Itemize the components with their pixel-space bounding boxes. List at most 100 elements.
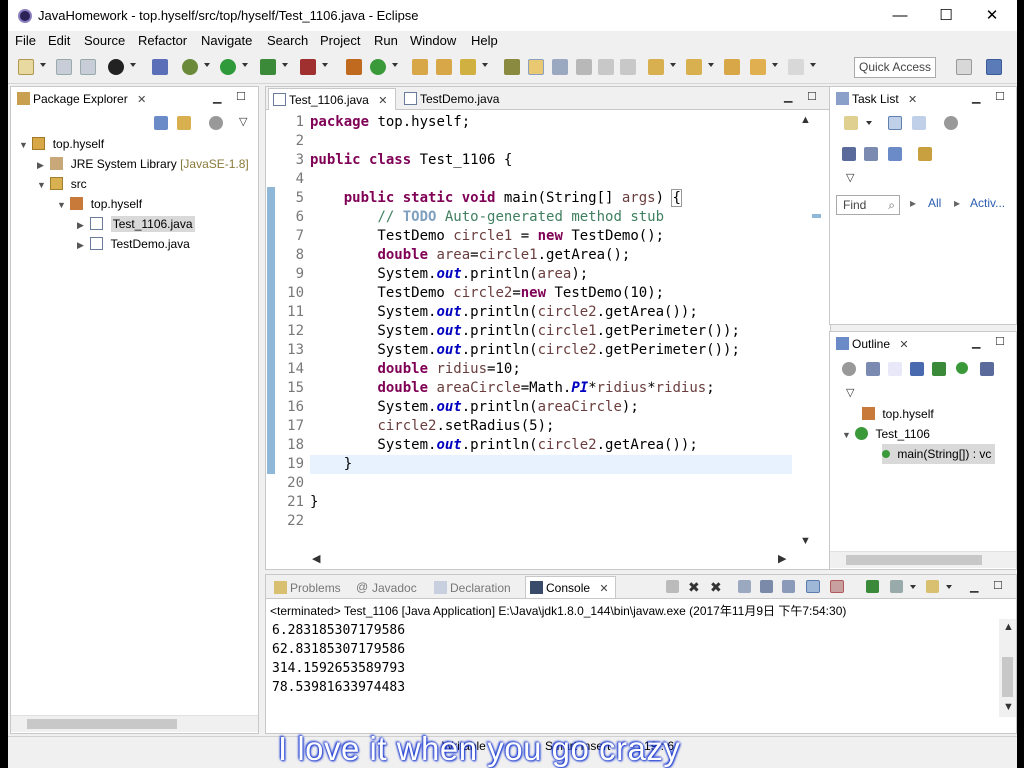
collapse-icon[interactable] (864, 147, 878, 161)
dropdown-icon[interactable]: ▸ (954, 196, 960, 210)
focus-workweek-icon[interactable] (944, 116, 958, 130)
view-menu-icon[interactable]: ▽ (846, 386, 854, 399)
clear-console-icon[interactable] (738, 580, 751, 593)
new-task-dropdown-icon[interactable] (866, 121, 872, 125)
focus-task-icon[interactable] (209, 116, 223, 130)
back-dropdown-icon[interactable] (772, 63, 778, 67)
tree-item-test1106[interactable]: ▶ Test_1106.java (77, 214, 195, 234)
maximize-icon[interactable]: ☐ (993, 579, 1003, 592)
scroll-up-icon[interactable]: ▲ (1003, 621, 1014, 633)
coverage-icon[interactable] (260, 59, 276, 75)
menu-file[interactable]: File (15, 33, 36, 48)
chevron-down-icon[interactable]: ▼ (37, 175, 47, 195)
scrollbar-thumb[interactable] (1002, 657, 1013, 697)
horizontal-scrollbar[interactable] (11, 715, 258, 732)
display-console-icon[interactable] (890, 580, 903, 593)
view-menu-icon[interactable]: ▽ (846, 171, 854, 184)
dropdown-icon[interactable]: ▸ (910, 196, 916, 210)
categorized-icon[interactable] (888, 116, 902, 130)
code-line-10[interactable]: TestDemo circle2=new TestDemo(10); (310, 284, 664, 303)
search-icon[interactable] (460, 59, 476, 75)
minimize-icon[interactable]: ▁ (784, 90, 792, 103)
tab-declaration[interactable]: Declaration (430, 577, 511, 599)
menu-run[interactable]: Run (374, 33, 398, 48)
scrollbar-thumb[interactable] (846, 555, 982, 565)
code-line-18[interactable]: System.out.println(circle2.getArea()); (310, 436, 697, 455)
code-line-19[interactable]: } (310, 455, 352, 474)
code-line-9[interactable]: System.out.println(area); (310, 265, 588, 284)
task-list-tab[interactable]: Task List ✕ (832, 88, 917, 110)
filter-all-link[interactable]: All (928, 196, 941, 210)
link-editor-icon[interactable] (177, 116, 191, 130)
forward-icon[interactable] (788, 59, 804, 75)
synchronize-icon[interactable] (918, 147, 932, 161)
new-dropdown-icon[interactable] (40, 63, 46, 67)
focus-icon[interactable] (842, 362, 856, 376)
close-icon[interactable]: ✕ (137, 94, 146, 106)
outline-item-package[interactable]: top.hyself (862, 404, 934, 424)
debug-run-dropdown-icon[interactable] (204, 63, 210, 67)
back-icon[interactable] (750, 59, 766, 75)
chevron-right-icon[interactable]: ▶ (77, 215, 87, 235)
maximize-icon[interactable]: ☐ (236, 90, 246, 103)
scroll-up-icon[interactable]: ▲ (800, 114, 811, 126)
close-icon[interactable]: ✕ (599, 583, 608, 595)
show-on-stdout-icon[interactable] (806, 580, 820, 593)
overview-ruler-mark[interactable] (812, 214, 821, 218)
open-perspective-icon[interactable] (956, 59, 972, 75)
menu-edit[interactable]: Edit (48, 33, 70, 48)
tree-item-project[interactable]: ▼ top.hyself (19, 134, 104, 154)
block-selection-icon[interactable] (552, 59, 568, 75)
tab-javadoc[interactable]: @ Javadoc (352, 577, 417, 599)
maximize-button[interactable]: ☐ (923, 0, 969, 31)
code-line-14[interactable]: double ridius=10; (310, 360, 520, 379)
toggle-highlight-icon[interactable] (528, 59, 544, 75)
code-line-16[interactable]: System.out.println(areaCircle); (310, 398, 638, 417)
close-icon[interactable]: ✕ (899, 339, 908, 351)
next-annotation-dropdown-icon[interactable] (670, 63, 676, 67)
debug-dropdown-icon[interactable] (130, 63, 136, 67)
code-line-12[interactable]: System.out.println(circle1.getPerimeter(… (310, 322, 739, 341)
minimize-icon[interactable]: ▁ (972, 336, 980, 349)
new-java-project-icon[interactable] (346, 59, 362, 75)
code-line-11[interactable]: System.out.println(circle2.getArea()); (310, 303, 697, 322)
hide-fields-icon[interactable] (910, 362, 924, 376)
tree-item-src[interactable]: ▼ src (37, 174, 87, 194)
chevron-right-icon[interactable]: ▶ (37, 155, 47, 175)
collapse-all-icon[interactable] (154, 116, 168, 130)
run-icon[interactable] (220, 59, 236, 75)
show-on-stderr-icon[interactable] (830, 580, 844, 593)
scroll-left-icon[interactable]: ◀ (312, 552, 320, 565)
hide-static-icon[interactable] (932, 362, 946, 376)
code-line-7[interactable]: TestDemo circle1 = new TestDemo(); (310, 227, 664, 246)
outline-item-class[interactable]: ▼ Test_1106 (842, 424, 930, 444)
word-wrap-icon[interactable] (598, 59, 614, 75)
tree-item-jre[interactable]: ▶ JRE System Library [JavaSE-1.8] (37, 154, 249, 174)
close-icon[interactable]: ✕ (378, 95, 387, 107)
terminate-icon[interactable] (666, 580, 679, 593)
new-class-icon[interactable] (370, 59, 386, 75)
link-icon[interactable] (888, 147, 902, 161)
minimize-icon[interactable]: ▁ (213, 91, 221, 104)
menu-help[interactable]: Help (471, 33, 498, 48)
remove-launch-icon[interactable]: ✖ (688, 579, 700, 596)
display-console-dropdown-icon[interactable] (910, 585, 916, 589)
code-line-15[interactable]: double areaCircle=Math.PI*ridius*ridius; (310, 379, 714, 398)
hide-local-types-icon[interactable] (980, 362, 994, 376)
minimize-button[interactable]: — (877, 0, 923, 31)
pin-console-icon[interactable] (866, 580, 879, 593)
code-line-6[interactable]: // TODO Auto-generated method stub (310, 208, 664, 227)
scrollbar-thumb[interactable] (27, 719, 177, 729)
chevron-down-icon[interactable]: ▼ (57, 195, 67, 215)
forward-dropdown-icon[interactable] (810, 63, 816, 67)
maximize-icon[interactable]: ☐ (995, 90, 1005, 103)
collapse-all-icon[interactable] (866, 362, 880, 376)
tab-testdemo[interactable]: TestDemo.java (400, 88, 499, 110)
code-line-3[interactable]: public class Test_1106 { (310, 151, 512, 170)
code-line-5[interactable]: public static void main(String[] args) { (310, 189, 682, 208)
remove-all-icon[interactable]: ✖ (710, 579, 722, 596)
find-input[interactable]: Find ⌕ (836, 195, 900, 215)
close-icon[interactable]: ✕ (908, 94, 917, 106)
open-type-icon[interactable] (412, 59, 428, 75)
scroll-down-icon[interactable]: ▼ (1003, 701, 1014, 713)
